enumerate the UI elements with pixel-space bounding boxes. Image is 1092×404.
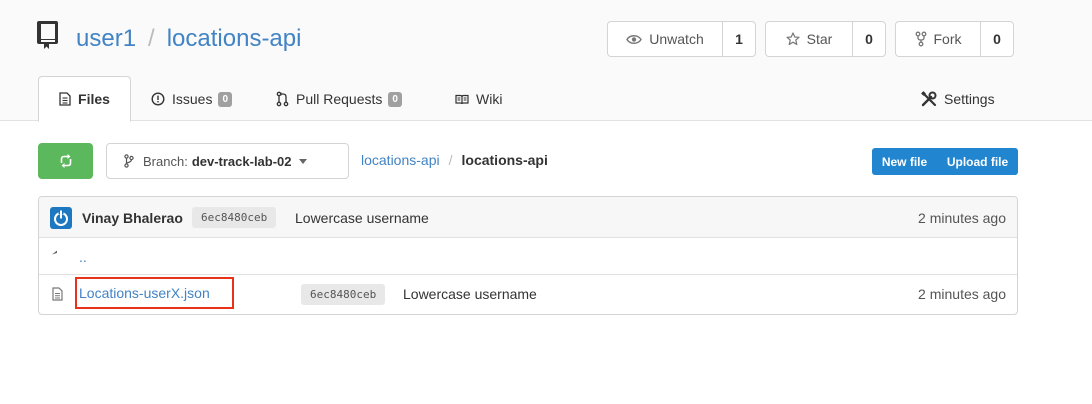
repo-title: user1 / locations-api [76, 23, 301, 55]
repo-header: user1 / locations-api Unwatch 1 Star 0 For… [0, 0, 1092, 122]
fork-button[interactable]: Fork [896, 22, 981, 56]
book-open-icon [455, 94, 469, 104]
eye-icon [626, 34, 643, 44]
fork-icon [915, 31, 926, 47]
file-actions-group: New file Upload file [872, 148, 1018, 175]
breadcrumb-current: locations-api [461, 152, 548, 168]
parent-dir-row[interactable]: .. [39, 238, 1017, 275]
commit-time: 2 minutes ago [918, 210, 1006, 226]
book-icon [36, 20, 60, 50]
watch-button-group: Unwatch 1 [607, 21, 756, 57]
unwatch-label: Unwatch [649, 31, 704, 47]
unwatch-button[interactable]: Unwatch [608, 22, 723, 56]
star-button-group: Star 0 [765, 21, 886, 57]
star-label: Star [806, 31, 833, 47]
breadcrumb-root-link[interactable]: locations-api [361, 152, 440, 168]
file-text-icon [59, 92, 71, 106]
chevron-down-icon [298, 158, 307, 164]
upload-file-button[interactable]: Upload file [937, 148, 1018, 175]
tab-pull-requests-label: Pull Requests [296, 91, 383, 107]
breadcrumb: locations-api / locations-api [361, 152, 548, 168]
tab-settings[interactable]: Settings [921, 76, 995, 122]
star-count[interactable]: 0 [853, 22, 885, 56]
tab-files-label: Files [78, 91, 110, 107]
tab-settings-label: Settings [944, 91, 995, 107]
tools-icon [921, 91, 937, 107]
star-icon [786, 32, 800, 46]
fork-button-group: Fork 0 [895, 21, 1014, 57]
parent-dir-link[interactable]: .. [79, 249, 87, 265]
repo-owner-link[interactable]: user1 [76, 25, 136, 52]
file-commit-time: 2 minutes ago [918, 286, 1006, 302]
latest-commit-row: Vinay Bhalerao 6ec8480ceb Lowercase user… [39, 197, 1017, 238]
tab-issues[interactable]: Issues 0 [151, 76, 233, 122]
issue-icon [151, 92, 165, 106]
commit-message: Lowercase username [295, 210, 429, 226]
star-button[interactable]: Star [766, 22, 853, 56]
file-table: Vinay Bhalerao 6ec8480ceb Lowercase user… [38, 196, 1018, 315]
fork-label: Fork [933, 31, 962, 47]
issues-count-badge: 0 [218, 91, 233, 107]
reply-icon [52, 250, 57, 255]
tab-pull-requests[interactable]: Pull Requests 0 [276, 76, 402, 122]
watch-count[interactable]: 1 [723, 22, 755, 56]
branch-name: dev-track-lab-02 [191, 153, 292, 169]
file-name-link[interactable]: Locations-userX.json [75, 277, 234, 309]
tab-files[interactable]: Files [38, 76, 131, 122]
tab-wiki-label: Wiki [476, 91, 503, 107]
branch-prefix: Branch: [143, 153, 188, 169]
title-separator: / [148, 25, 155, 52]
fork-count[interactable]: 0 [981, 22, 1013, 56]
table-row: Locations-userX.json 6ec8480ceb Lowercas… [39, 275, 1017, 314]
avatar [50, 207, 72, 229]
sync-icon [60, 154, 71, 168]
new-file-button[interactable]: New file [872, 148, 937, 175]
sync-button[interactable] [38, 143, 93, 179]
pull-requests-count-badge: 0 [388, 91, 402, 107]
tab-issues-label: Issues [172, 91, 213, 107]
commit-author[interactable]: Vinay Bhalerao [82, 210, 183, 226]
commit-sha-badge[interactable]: 6ec8480ceb [192, 207, 277, 228]
file-commit-sha-badge[interactable]: 6ec8480ceb [301, 284, 386, 305]
branch-selector[interactable]: Branch: dev-track-lab-02 [106, 143, 349, 179]
repo-name-link[interactable]: locations-api [167, 25, 302, 52]
pull-request-icon [276, 91, 289, 107]
tab-wiki[interactable]: Wiki [455, 76, 502, 122]
file-icon [52, 287, 63, 301]
file-commit-message[interactable]: Lowercase username [403, 286, 537, 302]
breadcrumb-separator: / [448, 152, 453, 168]
branch-icon [124, 154, 134, 168]
